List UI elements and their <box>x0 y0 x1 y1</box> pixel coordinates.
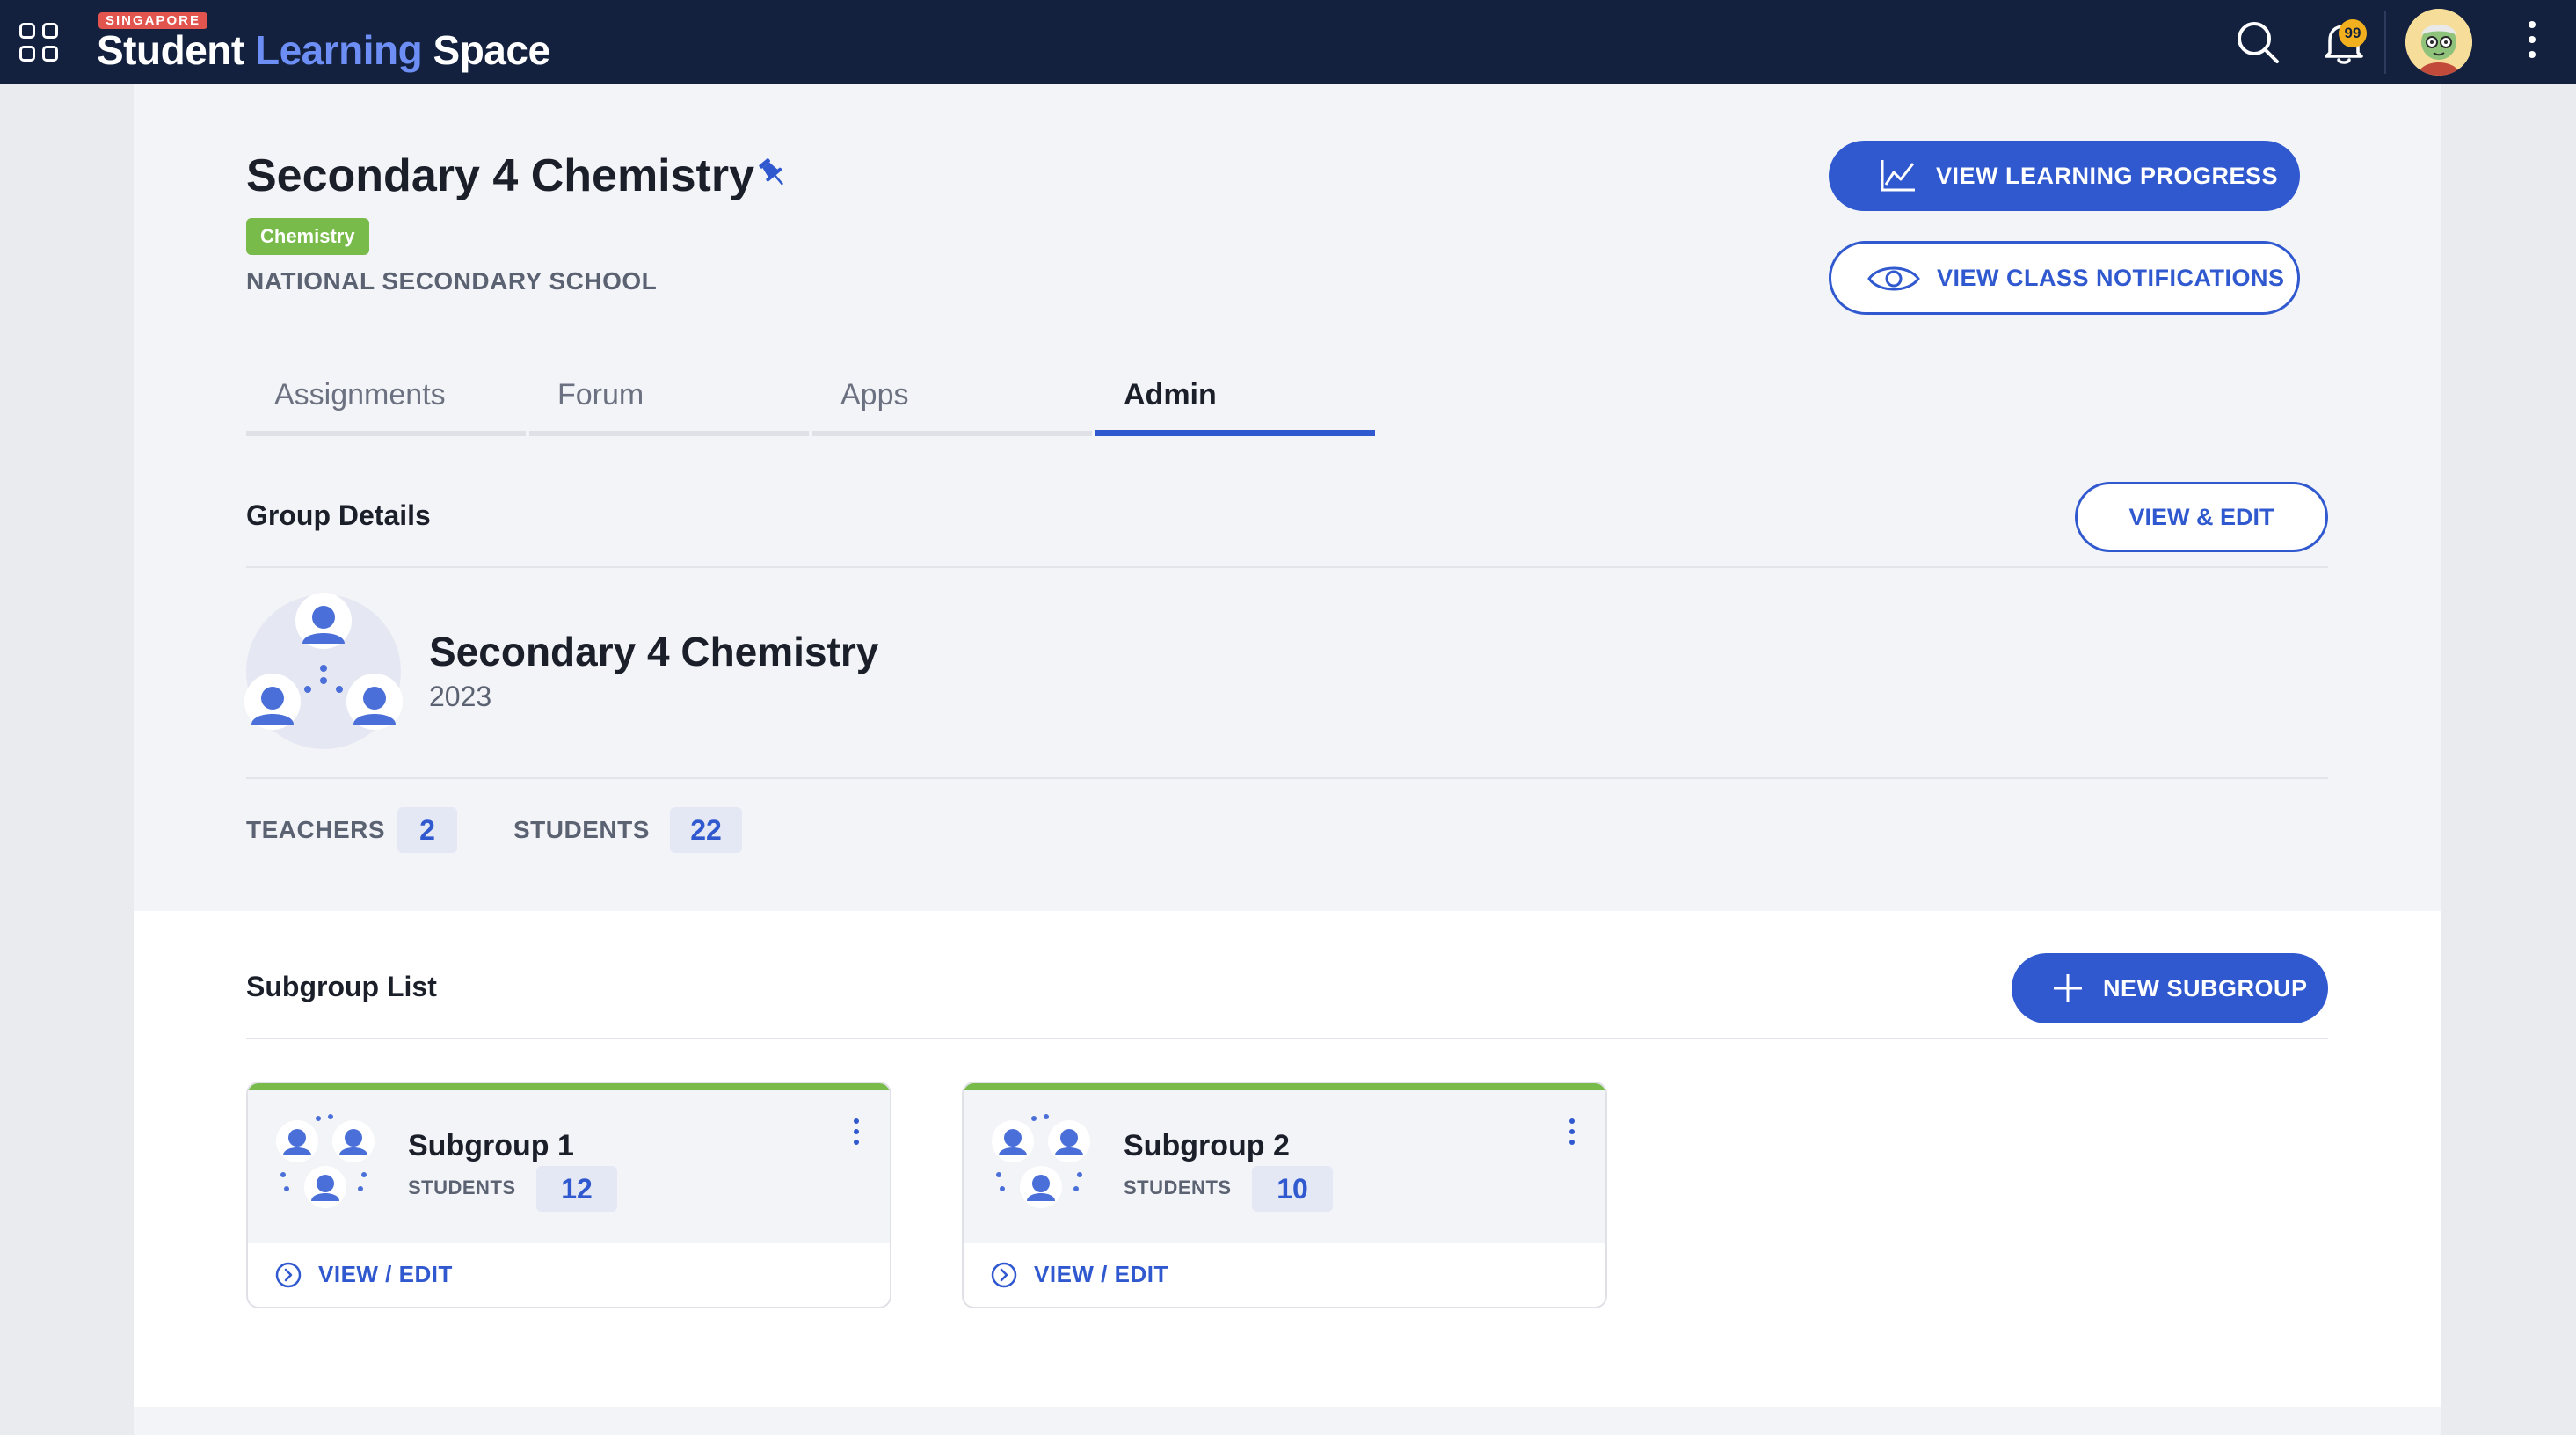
students-count: 22 <box>670 807 742 853</box>
more-options-icon[interactable] <box>2521 21 2543 65</box>
school-name: NATIONAL SECONDARY SCHOOL <box>246 267 658 295</box>
view-class-notifications-button[interactable]: VIEW CLASS NOTIFICATIONS <box>1829 241 2300 315</box>
brand-name: Student Learning Space <box>97 26 550 74</box>
notification-count-badge: 99 <box>2339 19 2367 47</box>
tab-admin-label: Admin <box>1124 378 1217 412</box>
eye-icon <box>1867 266 1920 291</box>
subgroup-students-label: STUDENTS <box>408 1176 516 1198</box>
tab-forum-underline <box>529 431 809 436</box>
teachers-label: TEACHERS <box>246 816 386 843</box>
subgroup-view-edit-label: VIEW / EDIT <box>1034 1261 1168 1287</box>
subgroup-view-edit-link[interactable]: VIEW / EDIT <box>964 1243 1605 1307</box>
subgroup-more-icon[interactable] <box>848 1118 865 1154</box>
divider <box>246 1038 2328 1039</box>
pin-icon[interactable] <box>754 155 791 192</box>
subgroup-icon <box>276 1114 375 1208</box>
brand-word-student: Student <box>97 27 244 73</box>
subgroup-students-count: 12 <box>536 1166 617 1212</box>
students-label: STUDENTS <box>513 816 650 843</box>
tab-assignments-underline <box>246 431 526 436</box>
tab-forum-label: Forum <box>557 378 644 412</box>
subgroup-list-title: Subgroup List <box>246 971 437 1002</box>
group-icon <box>244 593 403 749</box>
subgroup-students-label: STUDENTS <box>1124 1176 1232 1198</box>
plus-icon <box>2054 974 2082 1002</box>
new-subgroup-label: NEW SUBGROUP <box>2103 974 2308 1002</box>
subgroup-students-count: 10 <box>1252 1166 1333 1212</box>
brand-word-space: Space <box>433 27 551 73</box>
new-subgroup-button[interactable]: NEW SUBGROUP <box>2012 953 2328 1023</box>
subgroup-card: Subgroup 2 STUDENTS 10 VIEW / EDIT <box>962 1082 1607 1308</box>
view-class-notifications-label: VIEW CLASS NOTIFICATIONS <box>1937 264 2285 291</box>
view-learning-progress-label: VIEW LEARNING PROGRESS <box>1936 162 2279 189</box>
subject-badge: Chemistry <box>246 218 369 255</box>
user-avatar[interactable] <box>2405 9 2472 76</box>
group-details-title: Group Details <box>246 499 431 531</box>
top-navigation-bar: SINGAPORE Student Learning Space 99 <box>0 0 2576 84</box>
view-learning-progress-button[interactable]: VIEW LEARNING PROGRESS <box>1829 141 2300 211</box>
tab-admin-underline <box>1095 430 1375 436</box>
tab-assignments[interactable]: Assignments <box>246 369 526 436</box>
tab-apps-underline <box>812 431 1092 436</box>
group-year: 2023 <box>429 681 492 712</box>
subgroup-more-icon[interactable] <box>1563 1118 1581 1154</box>
subgroup-name: Subgroup 1 <box>408 1129 574 1162</box>
subgroup-name: Subgroup 2 <box>1124 1129 1290 1162</box>
chevron-circle-icon <box>991 1262 1017 1288</box>
chevron-circle-icon <box>275 1262 302 1288</box>
subgroup-icon <box>992 1114 1090 1208</box>
page-title: Secondary 4 Chemistry <box>246 150 755 201</box>
line-chart-icon <box>1881 160 1915 192</box>
subgroup-view-edit-label: VIEW / EDIT <box>318 1261 453 1287</box>
content-footer <box>134 1407 2441 1435</box>
apps-grid-icon[interactable] <box>19 23 58 62</box>
tab-admin[interactable]: Admin <box>1095 369 1375 436</box>
subgroup-view-edit-link[interactable]: VIEW / EDIT <box>248 1243 890 1307</box>
topbar-divider <box>2384 11 2386 74</box>
search-icon[interactable] <box>2233 18 2282 67</box>
divider <box>246 566 2328 568</box>
avatar-face-icon <box>2405 9 2472 76</box>
tab-apps[interactable]: Apps <box>812 369 1092 436</box>
group-name: Secondary 4 Chemistry <box>429 629 879 674</box>
teachers-count: 2 <box>397 807 457 853</box>
divider <box>246 777 2328 779</box>
brand-word-learning: Learning <box>254 27 423 73</box>
view-edit-group-button[interactable]: VIEW & EDIT <box>2075 482 2328 552</box>
tab-apps-label: Apps <box>840 378 909 412</box>
tab-assignments-label: Assignments <box>274 378 446 412</box>
tab-forum[interactable]: Forum <box>529 369 809 436</box>
subgroup-card: Subgroup 1 STUDENTS 12 VIEW / EDIT <box>246 1082 891 1308</box>
